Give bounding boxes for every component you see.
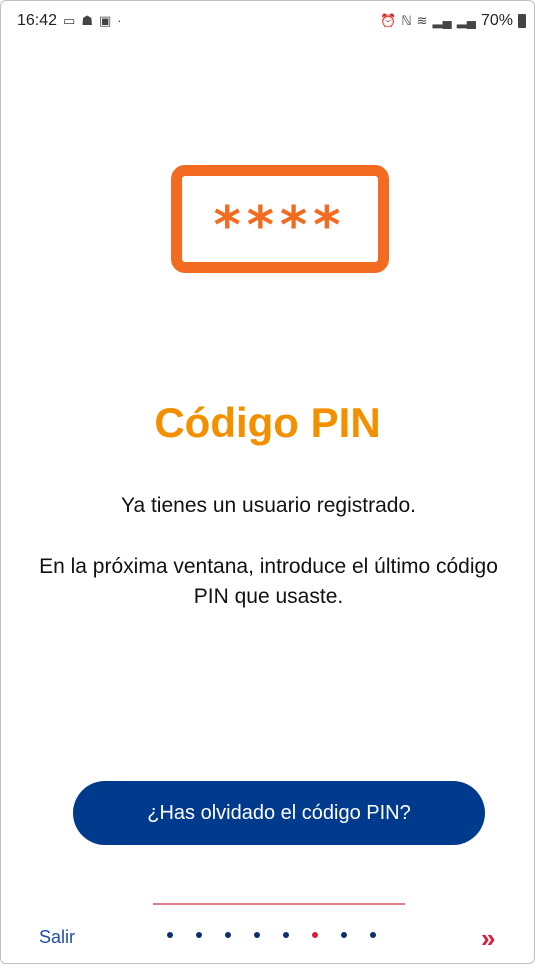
progress-line xyxy=(153,903,405,905)
next-button[interactable]: » xyxy=(481,923,495,953)
pin-mask: **** xyxy=(213,196,347,256)
registered-user-message: Ya tienes un usuario registrado. xyxy=(121,494,416,517)
status-right: ⏰ ℕ ≋ ▂▄ ▂▄ 70% xyxy=(380,12,526,30)
instruction-message: En la próxima ventana, introduce el últi… xyxy=(39,555,498,608)
wifi-icon: ≋ xyxy=(416,13,428,28)
pin-illustration-icon: **** xyxy=(171,165,389,273)
status-left: 16:42 ▭ ☗ ▣ · xyxy=(17,12,122,30)
teams-icon: ☗ xyxy=(81,13,93,28)
pagination-dot-active xyxy=(312,932,318,938)
pagination-dot xyxy=(225,932,231,938)
pagination-dot xyxy=(167,932,173,938)
pagination-dot xyxy=(370,932,376,938)
pagination-dot xyxy=(254,932,260,938)
battery-icon xyxy=(518,14,526,28)
gallery-icon: ▣ xyxy=(99,13,112,28)
forgot-pin-button[interactable]: ¿Has olvidado el código PIN? xyxy=(73,781,485,845)
pagination-dot xyxy=(341,932,347,938)
alarm-icon: ⏰ xyxy=(380,13,397,28)
signal-icon: ▂▄ xyxy=(432,13,452,28)
nfc-icon: ℕ xyxy=(401,13,412,28)
dot-icon: · xyxy=(117,13,122,28)
signal-icon-2: ▂▄ xyxy=(456,13,476,28)
exit-button[interactable]: Salir xyxy=(39,927,75,948)
phone-screen: 16:42 ▭ ☗ ▣ · ⏰ ℕ ≋ ▂▄ ▂▄ 70% **** Códig… xyxy=(0,0,535,964)
pagination-dot xyxy=(196,932,202,938)
battery-percent: 70% xyxy=(480,12,513,29)
screen-icon: ▭ xyxy=(63,13,76,28)
status-time: 16:42 xyxy=(17,12,58,29)
pagination-dots xyxy=(167,932,376,938)
status-bar: 16:42 ▭ ☗ ▣ · ⏰ ℕ ≋ ▂▄ ▂▄ 70% xyxy=(1,1,534,39)
pagination-dot xyxy=(283,932,289,938)
page-title: Código PIN xyxy=(154,399,381,446)
